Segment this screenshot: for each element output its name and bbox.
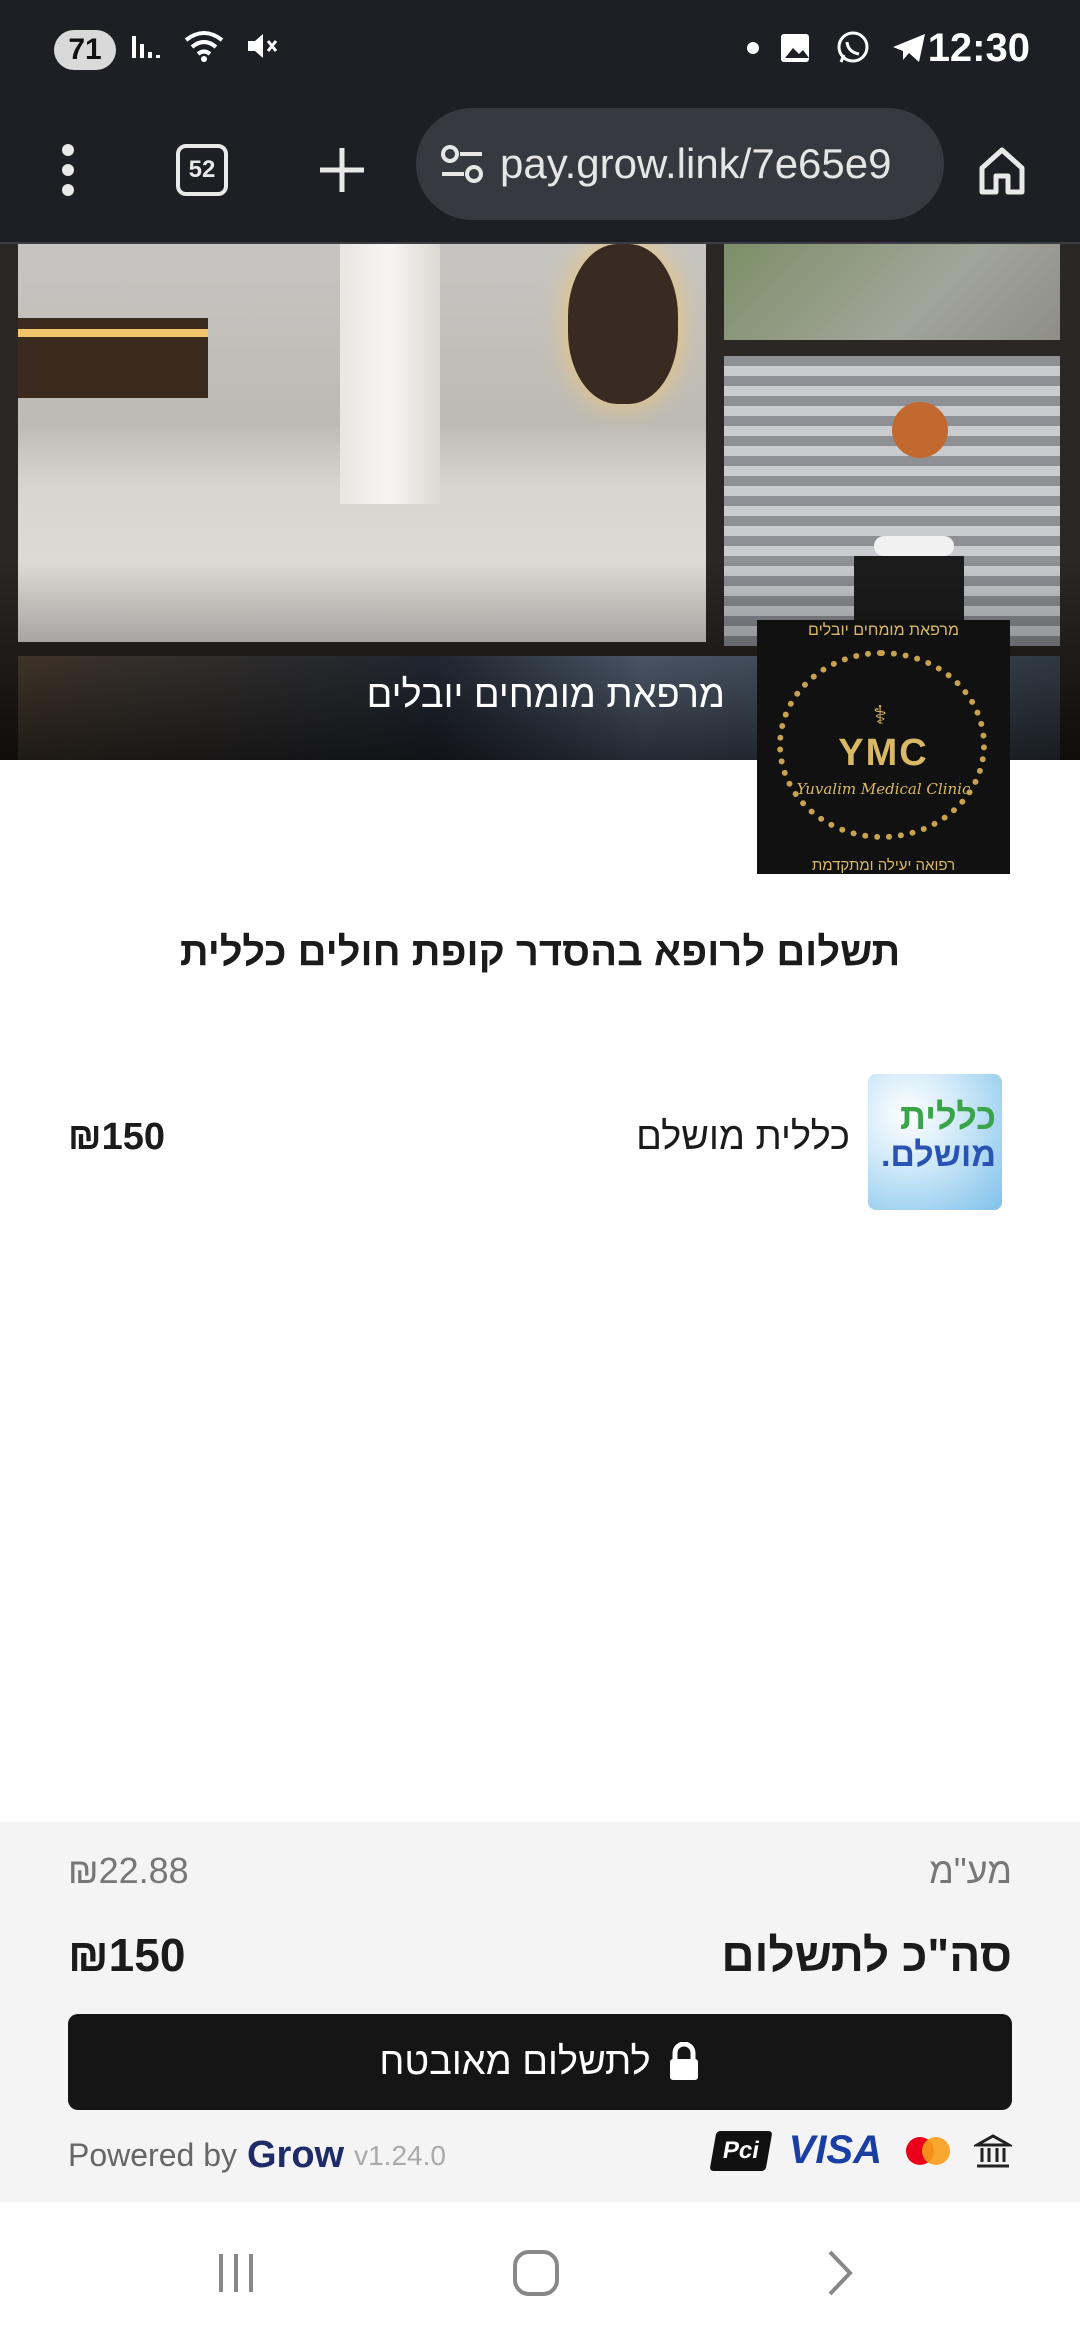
product-price: ₪150 bbox=[68, 1116, 165, 1158]
recent-apps-icon[interactable] bbox=[186, 2238, 286, 2308]
back-chevron-icon[interactable] bbox=[790, 2238, 890, 2308]
vat-value: ₪22.88 bbox=[68, 1850, 189, 1891]
product-image: כללית מושלם. bbox=[868, 1074, 1002, 1210]
logo-subtitle: Yuvalim Medical Clinic bbox=[796, 780, 971, 798]
battery-indicator: 71 bbox=[54, 30, 116, 70]
telegram-icon bbox=[893, 34, 925, 62]
business-name: מרפאת מומחים יובלים bbox=[366, 674, 725, 716]
address-bar[interactable]: pay.grow.link/7e65e9 bbox=[416, 108, 944, 220]
home-nav-icon[interactable] bbox=[486, 2238, 586, 2308]
grow-logo[interactable]: Grow bbox=[247, 2134, 344, 2177]
clock: 12:30 bbox=[927, 26, 1030, 70]
clinic-logo: מרפאת מומחים יובלים ⚕ YMC Yuvalim Medica… bbox=[757, 620, 1010, 874]
new-tab-icon[interactable] bbox=[304, 132, 380, 208]
tabs-count: 52 bbox=[176, 144, 228, 196]
powered-by-text: Powered by bbox=[68, 2137, 237, 2173]
product-item: כללית מושלם. כללית מושלם ₪150 bbox=[68, 1074, 1002, 1210]
lock-icon bbox=[669, 2042, 698, 2080]
dot-icon bbox=[747, 42, 759, 54]
mastercard-icon bbox=[906, 2136, 950, 2165]
caduceus-icon: ⚕ bbox=[873, 700, 888, 730]
status-bar: 71 12:30 bbox=[0, 0, 1080, 100]
version-text: v1.24.0 bbox=[354, 2139, 446, 2171]
status-icons-right bbox=[745, 28, 929, 68]
system-nav-bar bbox=[0, 2204, 1080, 2340]
mute-icon bbox=[248, 34, 278, 58]
status-icons-left bbox=[128, 28, 280, 64]
wifi-icon bbox=[184, 31, 224, 62]
vat-label: מע"מ bbox=[929, 1850, 1012, 1891]
clinic-photo-garden bbox=[724, 244, 1060, 340]
total-value: ₪150 bbox=[68, 1929, 186, 1981]
logo-top-text: מרפאת מומחים יובלים bbox=[808, 622, 959, 639]
product-image-text-1: כללית bbox=[900, 1096, 996, 1137]
secure-pay-label: לתשלום מאובטח bbox=[379, 2040, 651, 2083]
powered-by: Powered by Grow v1.24.0 bbox=[68, 2134, 446, 2177]
menu-dots-icon[interactable] bbox=[30, 132, 106, 208]
logo-bottom-text: רפואה יעילה ומתקדמת bbox=[811, 857, 956, 874]
home-icon[interactable] bbox=[964, 132, 1040, 208]
page-title: תשלום לרופא בהסדר קופת חולים כללית bbox=[179, 930, 901, 974]
bank-icon bbox=[974, 2133, 1012, 2167]
whatsapp-icon bbox=[837, 31, 869, 63]
url-text: pay.grow.link/7e65e9 bbox=[500, 140, 892, 187]
signal-icon bbox=[132, 36, 160, 58]
product-name: כללית מושלם bbox=[636, 1116, 850, 1158]
product-image-text-2: מושלם. bbox=[880, 1136, 996, 1174]
logo-initials: YMC bbox=[838, 732, 929, 774]
tab-switcher-button[interactable]: 52 bbox=[164, 132, 240, 208]
pci-logo: Pci bbox=[709, 2130, 773, 2171]
checkout-summary: מע"מ ₪22.88 סה"כ לתשלום ₪150 לתשלום מאוב… bbox=[0, 1822, 1080, 2202]
secure-pay-button[interactable]: לתשלום מאובטח bbox=[68, 2014, 1012, 2110]
total-label: סה"כ לתשלום bbox=[721, 1929, 1012, 1981]
payment-methods: Pci VISA bbox=[709, 2128, 1012, 2173]
site-settings-icon[interactable] bbox=[438, 142, 486, 186]
gallery-icon bbox=[781, 34, 809, 62]
visa-logo: VISA bbox=[788, 2128, 882, 2172]
